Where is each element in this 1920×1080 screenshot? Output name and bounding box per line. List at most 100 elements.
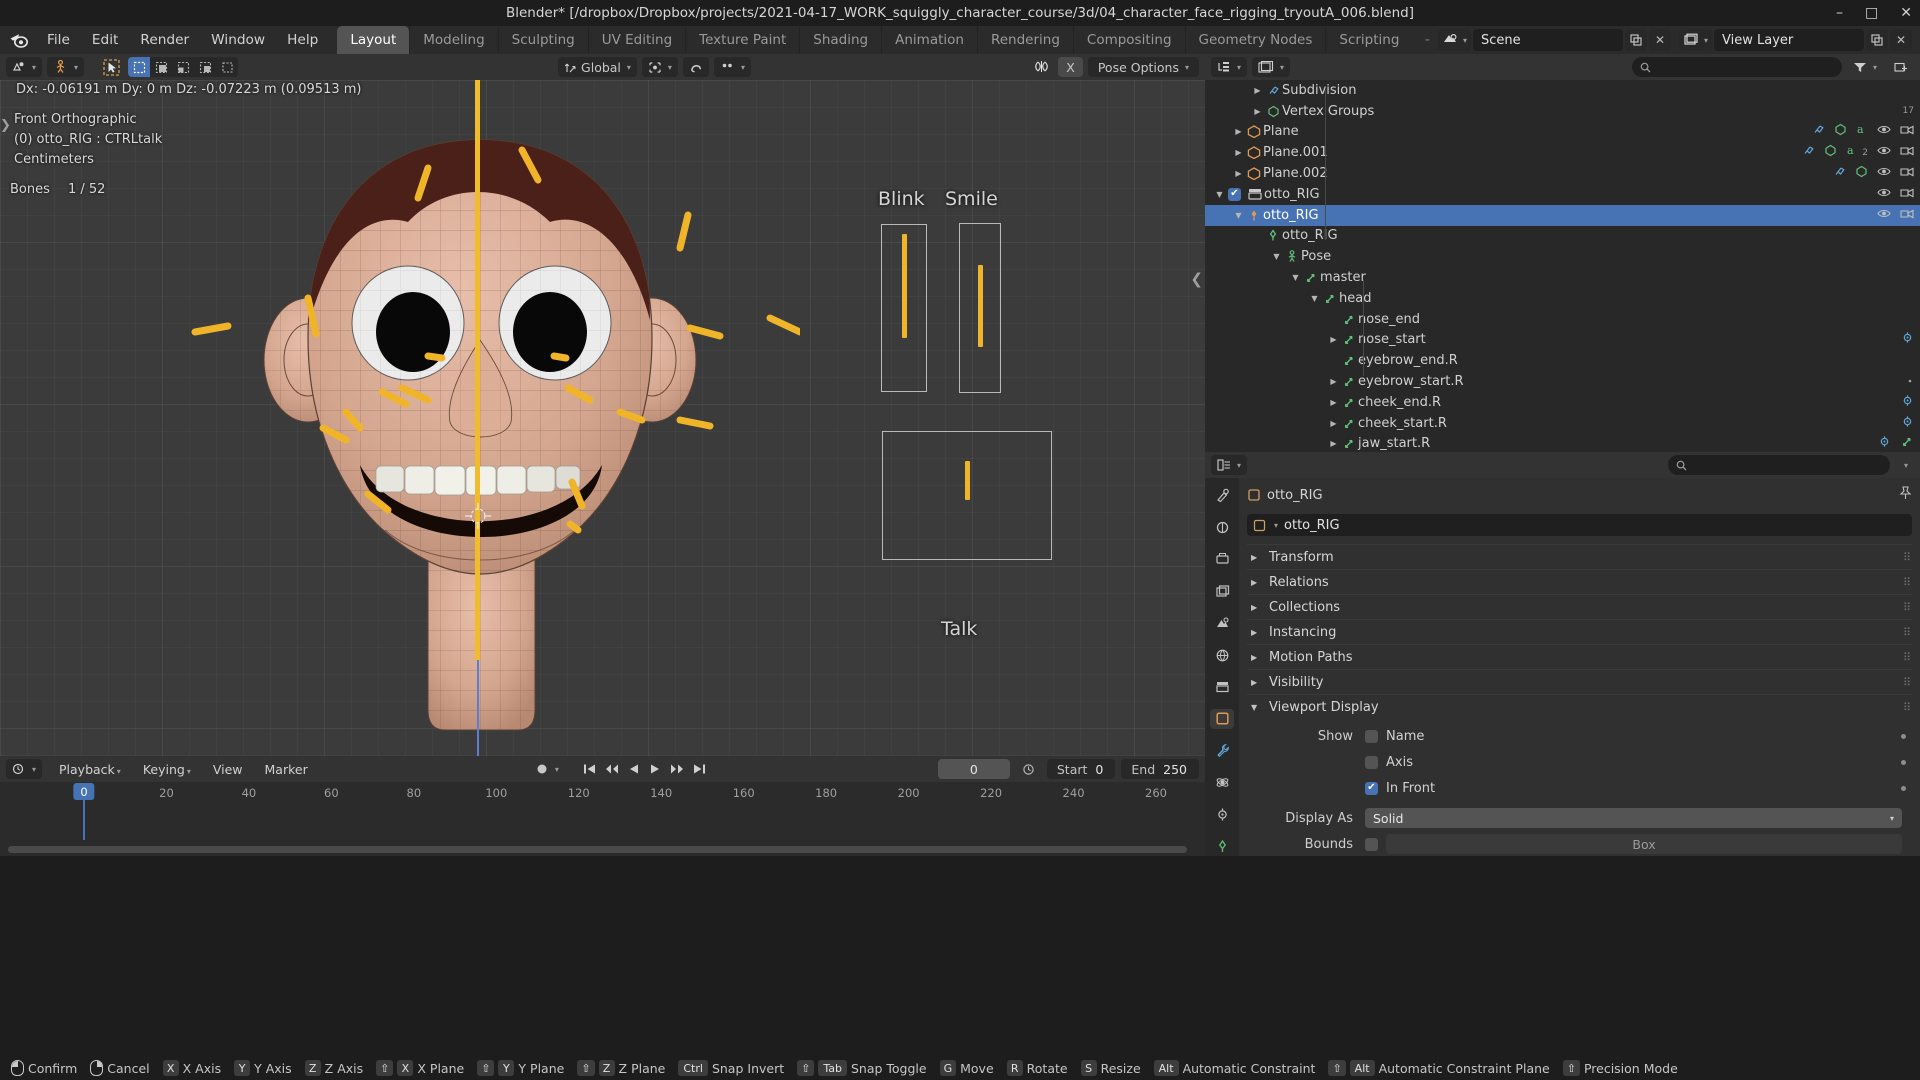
tab-sculpting[interactable]: Sculpting [497, 26, 588, 54]
tab-compositing[interactable]: Compositing [1072, 26, 1185, 54]
panel-viewport-display[interactable]: ▼ Viewport Display ⠿ [1247, 694, 1912, 719]
view-layer-name-field[interactable]: View Layer [1714, 29, 1864, 51]
auto-keying-button[interactable]: ▾ [529, 759, 565, 779]
properties-tab-scene[interactable] [1210, 613, 1234, 633]
x-mirror-toggle-button[interactable]: X [1058, 57, 1083, 77]
remove-scene-button[interactable]: ✕ [1648, 29, 1671, 51]
outliner-editor-type-button[interactable]: ▾ [1211, 57, 1248, 77]
tab-texture-paint[interactable]: Texture Paint [685, 26, 799, 54]
outliner-row-head[interactable]: ▼ head [1205, 288, 1920, 309]
timeline-menu-keying[interactable]: Keying ▾ [132, 759, 202, 780]
render-camera-icon[interactable] [1900, 166, 1914, 181]
properties-editor-type-button[interactable]: ▾ [1211, 455, 1248, 475]
timeline-editor-type-button[interactable]: ▾ [6, 759, 43, 779]
disclosure-closed-icon[interactable]: ▶ [1327, 377, 1340, 386]
outliner-row-master[interactable]: ▼ master [1205, 267, 1920, 288]
panel-drag-handle[interactable]: ⠿ [1903, 626, 1912, 639]
new-view-layer-button[interactable] [1866, 29, 1888, 51]
panel-drag-handle[interactable]: ⠿ [1903, 701, 1912, 714]
scene-name-field[interactable]: Scene [1472, 29, 1623, 51]
menu-file[interactable]: File [36, 29, 81, 51]
use-preview-range-icon[interactable] [1016, 759, 1041, 779]
menu-render[interactable]: Render [129, 29, 200, 51]
properties-options-button[interactable]: ▾ [1896, 455, 1914, 475]
tab-shading[interactable]: Shading [799, 26, 881, 54]
disclosure-closed-icon[interactable]: ▶ [1327, 398, 1340, 407]
properties-tab-tool[interactable] [1210, 486, 1234, 506]
panel-drag-handle[interactable]: ⠿ [1903, 651, 1912, 664]
transport-controls[interactable] [577, 759, 712, 779]
render-camera-icon[interactable] [1900, 124, 1914, 139]
constraint-icon[interactable] [1878, 435, 1891, 452]
outliner-tree[interactable]: ▶ Subdivision ▶ Vertex Groups 17 ▶ Plane a ▶ Plan… [1205, 80, 1920, 452]
menu-edit[interactable]: Edit [81, 29, 130, 51]
properties-tab-collection[interactable] [1210, 677, 1234, 697]
properties-tab-render[interactable] [1210, 518, 1234, 538]
disclosure-open-icon[interactable]: ▼ [1308, 294, 1321, 303]
minimize-button[interactable]: – [1836, 5, 1843, 21]
outliner-row-eyebrow-end-r[interactable]: eyebrow_end.R [1205, 350, 1920, 371]
panel-drag-handle[interactable]: ⠿ [1903, 576, 1912, 589]
outliner-row-vertex-groups[interactable]: ▶ Vertex Groups 17 [1205, 101, 1920, 122]
object-name-field[interactable]: ▾ otto_RIG [1247, 514, 1912, 536]
modifier-icon[interactable] [1833, 165, 1846, 182]
close-button[interactable]: ✕ [1900, 5, 1912, 21]
disclosure-closed-icon[interactable]: ▶ [1251, 678, 1263, 687]
disclosure-closed-icon[interactable]: ▶ [1232, 127, 1245, 136]
outliner-search-input[interactable] [1631, 57, 1842, 77]
end-frame-field[interactable]: End 250 [1121, 759, 1199, 779]
tab-modeling[interactable]: Modeling [409, 26, 497, 54]
pin-button[interactable] [1899, 486, 1912, 504]
disclosure-closed-icon[interactable]: ▶ [1327, 439, 1340, 448]
visibility-eye-icon[interactable] [1877, 208, 1891, 223]
panel-collections[interactable]: ▶ Collections ⠿ [1247, 594, 1912, 619]
disclosure-closed-icon[interactable]: ▶ [1327, 419, 1340, 428]
disclosure-open-icon[interactable]: ▼ [1251, 703, 1263, 712]
render-camera-icon[interactable] [1900, 145, 1914, 160]
disclosure-closed-icon[interactable]: ▶ [1251, 628, 1263, 637]
start-frame-field[interactable]: Start 0 [1046, 759, 1116, 779]
vertex-group-icon[interactable] [1824, 144, 1837, 161]
outliner-row-subdivision[interactable]: ▶ Subdivision [1205, 80, 1920, 101]
pose-options-dropdown[interactable]: Pose Options ▾ [1087, 57, 1199, 77]
axis-checkbox[interactable] [1365, 755, 1378, 769]
disclosure-open-icon[interactable]: ▼ [1213, 190, 1226, 199]
constraint-icon[interactable] [1901, 394, 1914, 411]
tab-rendering[interactable]: Rendering [976, 26, 1073, 54]
disclosure-closed-icon[interactable]: ▶ [1251, 578, 1263, 587]
disclosure-open-icon[interactable]: ▼ [1289, 273, 1302, 282]
current-frame-field[interactable]: 0 [937, 759, 1010, 779]
disclosure-closed-icon[interactable]: ▶ [1232, 148, 1245, 157]
disclosure-closed-icon[interactable]: ▶ [1327, 335, 1340, 344]
outliner-row-plane[interactable]: ▶ Plane a [1205, 122, 1920, 143]
disclosure-closed-icon[interactable]: ▶ [1251, 653, 1263, 662]
collection-exclude-checkbox[interactable]: ✔ [1228, 187, 1241, 201]
panel-visibility[interactable]: ▶ Visibility ⠿ [1247, 669, 1912, 694]
select-invert-button[interactable] [194, 57, 216, 77]
properties-tab-world[interactable] [1210, 645, 1234, 665]
outliner-row-nose-end[interactable]: nose_end [1205, 309, 1920, 330]
animate-property-dot[interactable] [1901, 785, 1906, 791]
disclosure-open-icon[interactable]: ▼ [1232, 211, 1245, 220]
panel-relations[interactable]: ▶ Relations ⠿ [1247, 569, 1912, 594]
properties-tab-constraints[interactable] [1210, 804, 1234, 824]
view-layer-browse-button[interactable]: ▾ [1678, 29, 1712, 51]
dot-icon[interactable] [1906, 374, 1914, 389]
panel-transform[interactable]: ▶ Transform ⠿ [1247, 544, 1912, 569]
outliner-row-plane-002[interactable]: ▶ Plane.002 [1205, 163, 1920, 184]
panel-motion-paths[interactable]: ▶ Motion Paths ⠿ [1247, 644, 1912, 669]
tab-layout[interactable]: Layout [337, 26, 410, 54]
disclosure-closed-icon[interactable]: ▶ [1251, 603, 1263, 612]
constraint-icon[interactable] [1901, 415, 1914, 432]
remove-view-layer-button[interactable]: ✕ [1890, 29, 1912, 51]
outliner-row-otto-rig[interactable]: otto_RIG [1205, 226, 1920, 247]
menu-window[interactable]: Window [200, 29, 276, 51]
render-camera-icon[interactable] [1900, 187, 1914, 202]
font-icon[interactable]: a [1856, 123, 1868, 140]
outliner-row-jaw-start-r[interactable]: ▶ jaw_start.R [1205, 434, 1920, 452]
animate-property-dot[interactable] [1901, 733, 1906, 739]
tab-animation[interactable]: Animation [881, 26, 977, 54]
proportional-editing-button[interactable]: ▾ [713, 57, 751, 77]
font-icon[interactable]: a [1846, 144, 1858, 161]
timeline-horizontal-scrollbar[interactable] [8, 846, 1187, 853]
